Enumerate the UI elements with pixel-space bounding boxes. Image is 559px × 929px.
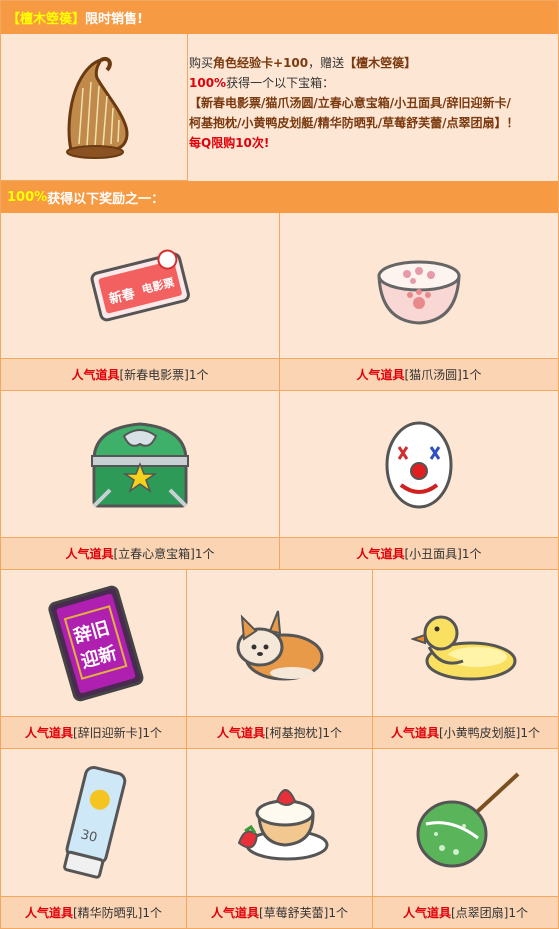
promo-line-1b: 角色经验卡+100: [213, 56, 309, 70]
reward-name: [立春心意宝箱]1个: [113, 547, 215, 561]
reward-name: [柯基抱枕]1个: [265, 726, 342, 740]
promo-line-5: 每Q限购10次!: [189, 136, 270, 150]
reward-key: 人气道具: [210, 906, 259, 920]
reward-caption: 人气道具 [辞旧迎新卡]1个: [1, 716, 186, 748]
rewards-header-pct: 100%: [7, 189, 48, 205]
reward-key: 人气道具: [390, 726, 439, 740]
rubber-duck-icon: [373, 570, 558, 717]
harp-icon: [1, 34, 187, 180]
reward-cell: 30 人气道具 [精华防晒乳]1个: [1, 749, 187, 928]
reward-name: [精华防晒乳]1个: [73, 906, 162, 920]
reward-name: [小丑面具]1个: [404, 547, 482, 561]
promo-line-1c: ，赠送: [308, 56, 345, 70]
promo-line-2: 100%获得一个以下宝箱：: [189, 73, 557, 93]
promo-line-1d: 【檀木箜篌】: [344, 56, 417, 70]
reward-key: 人气道具: [71, 368, 120, 382]
promo-line-1: 购买角色经验卡+100，赠送【檀木箜篌】: [189, 53, 557, 73]
reward-key: 人气道具: [356, 547, 405, 561]
reward-name: [猫爪汤圆]1个: [404, 368, 482, 382]
promo-title-bar: 【檀木箜篌】 限时销售!: [1, 1, 558, 34]
reward-cell: 人气道具 [小黄鸭皮划艇]1个: [373, 570, 558, 749]
treasure-chest-icon: [1, 391, 279, 538]
promo-line-2a: 100%: [189, 76, 227, 90]
reward-caption: 人气道具 [点翠团扇]1个: [373, 896, 558, 928]
reward-caption: 人气道具 [精华防晒乳]1个: [1, 896, 186, 928]
corgi-pillow-icon: [187, 570, 372, 717]
reward-name: [草莓舒芙蕾]1个: [259, 906, 348, 920]
reward-cell: 辞旧 迎新 人气道具 [辞旧迎新卡]1个: [1, 570, 187, 749]
reward-caption: 人气道具 [立春心意宝箱]1个: [1, 537, 279, 569]
reward-cell: 人气道具 [点翠团扇]1个: [373, 749, 558, 928]
movie-ticket-icon: 新春 电影票: [1, 213, 279, 359]
reward-cell: 人气道具 [猫爪汤圆]1个: [280, 213, 558, 391]
reward-cell: 人气道具 [小丑面具]1个: [280, 391, 558, 570]
reward-key: 人气道具: [356, 368, 405, 382]
round-fan-icon: [373, 749, 558, 897]
new-year-card-icon: 辞旧 迎新: [1, 570, 186, 717]
reward-cell: 人气道具 [柯基抱枕]1个: [187, 570, 373, 749]
promo-line-1a: 购买: [189, 56, 214, 70]
reward-caption: 人气道具 [小黄鸭皮划艇]1个: [373, 716, 558, 748]
strawberry-souffle-icon: [187, 749, 372, 897]
clown-mask-icon: [280, 391, 558, 538]
promo-title-rest: 限时销售!: [85, 12, 143, 27]
promo-line-2b: 获得一个以下宝箱：: [226, 76, 335, 90]
reward-caption: 人气道具 [猫爪汤圆]1个: [280, 358, 558, 390]
reward-name: [点翠团扇]1个: [451, 906, 528, 920]
promo-line-4: 柯基抱枕/小黄鸭皮划艇/精华防晒乳/草莓舒芙蕾/点翠团扇】！: [189, 116, 519, 130]
rewards-header-text: 获得以下奖励之一：: [47, 191, 165, 207]
reward-cell: 人气道具 [草莓舒芙蕾]1个: [187, 749, 373, 928]
reward-caption: 人气道具 [小丑面具]1个: [280, 537, 558, 569]
reward-key: 人气道具: [402, 906, 451, 920]
promo-panel: 【檀木箜篌】 限时销售! 购买角色经验卡+100，赠送【檀木箜篌】 100%获得…: [0, 0, 559, 929]
promo-line-3: 【新春电影票/猫爪汤圆/立春心意宝箱/小丑面具/辞旧迎新卡/: [189, 96, 511, 110]
rewards-header-bar: 100% 获得以下奖励之一：: [1, 181, 558, 213]
reward-cell: 人气道具 [立春心意宝箱]1个: [1, 391, 280, 570]
reward-caption: 人气道具 [新春电影票]1个: [1, 358, 279, 390]
reward-key: 人气道具: [65, 547, 114, 561]
reward-name: [新春电影票]1个: [119, 368, 209, 382]
harp-cell: [1, 34, 188, 181]
reward-key: 人气道具: [24, 906, 73, 920]
cat-paw-soup-icon: [280, 213, 558, 359]
reward-cell: 新春 电影票 人气道具 [新春电影票]1个: [1, 213, 280, 391]
reward-key: 人气道具: [216, 726, 265, 740]
promo-description: 购买角色经验卡+100，赠送【檀木箜篌】 100%获得一个以下宝箱： 【新春电影…: [189, 53, 557, 153]
reward-key: 人气道具: [24, 726, 73, 740]
sunscreen-icon: 30: [1, 749, 186, 897]
promo-title-bracket: 【檀木箜篌】: [7, 12, 86, 27]
reward-name: [小黄鸭皮划艇]1个: [439, 726, 540, 740]
reward-name: [辞旧迎新卡]1个: [73, 726, 162, 740]
reward-caption: 人气道具 [草莓舒芙蕾]1个: [187, 896, 372, 928]
reward-caption: 人气道具 [柯基抱枕]1个: [187, 716, 372, 748]
